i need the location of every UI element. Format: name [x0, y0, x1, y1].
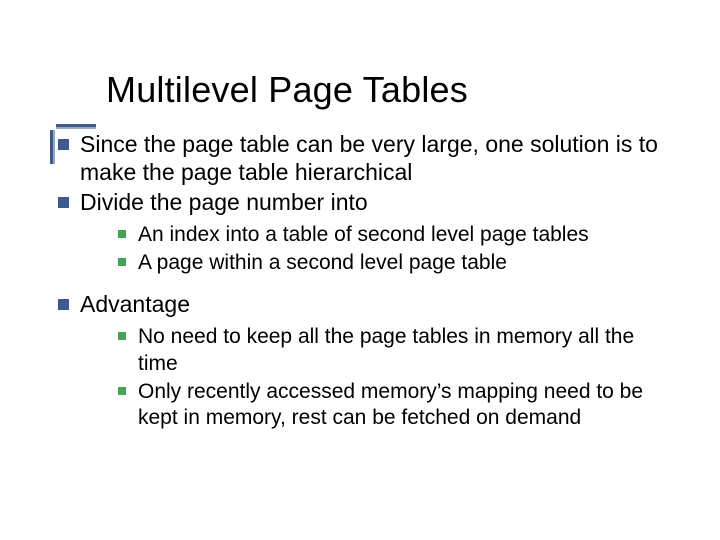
bullet-text: Since the page table can be very large, … [80, 131, 658, 185]
bullet-level2: No need to keep all the page tables in m… [118, 324, 670, 377]
slide-title: Multilevel Page Tables [106, 70, 670, 110]
square-bullet-icon [118, 387, 126, 395]
bullet-level2: Only recently accessed memory’s mapping … [118, 379, 670, 432]
bullet-level1: Divide the page number into [58, 188, 670, 216]
bullet-level1: Advantage [58, 290, 670, 318]
square-bullet-icon [58, 139, 69, 150]
sub-list: An index into a table of second level pa… [118, 222, 670, 277]
slide-body: Since the page table can be very large, … [58, 130, 670, 432]
square-bullet-icon [58, 197, 69, 208]
square-bullet-icon [58, 299, 69, 310]
bullet-text: Advantage [80, 291, 190, 317]
bullet-text: An index into a table of second level pa… [138, 223, 589, 246]
slide: Multilevel Page Tables Since the page ta… [0, 0, 720, 540]
bullet-level1: Since the page table can be very large, … [58, 130, 670, 186]
title-area: Multilevel Page Tables [106, 70, 670, 110]
bullet-level2: A page within a second level page table [118, 250, 670, 276]
square-bullet-icon [118, 230, 126, 238]
bullet-text: No need to keep all the page tables in m… [138, 325, 634, 374]
bullet-text: Divide the page number into [80, 189, 368, 215]
square-bullet-icon [118, 332, 126, 340]
bullet-text: Only recently accessed memory’s mapping … [138, 380, 643, 429]
bullet-text: A page within a second level page table [138, 251, 507, 274]
sub-list: No need to keep all the page tables in m… [118, 324, 670, 431]
square-bullet-icon [118, 258, 126, 266]
bullet-level2: An index into a table of second level pa… [118, 222, 670, 248]
